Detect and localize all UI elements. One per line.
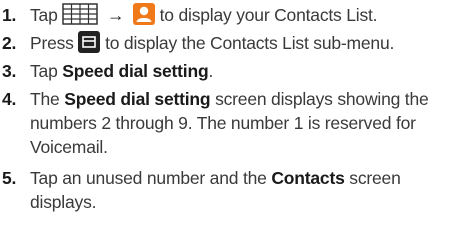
step-text: screen displays showing the (215, 89, 429, 109)
step-3: 3. Tap Speed dial setting. (0, 59, 445, 83)
step-2: 2. Press to display the Contacts List su… (0, 31, 445, 59)
contacts-icon (132, 3, 155, 31)
step-text: . (208, 61, 214, 81)
apps-grid-icon (62, 3, 99, 31)
step-bold-text: Speed dial setting (64, 89, 211, 109)
step-text-line: Voicemail. (30, 137, 108, 157)
step-number: 1. (2, 5, 17, 25)
step-text: Tap (30, 5, 58, 25)
step-text: screen (349, 168, 401, 188)
step-text: Tap (30, 61, 58, 81)
step-4: 4. The Speed dial setting screen display… (0, 87, 445, 159)
step-text: The (30, 89, 60, 109)
step-text: to display the Contacts List sub-menu. (105, 33, 395, 53)
step-number: 2. (2, 33, 17, 53)
step-text-line: numbers 2 through 9. The number 1 is res… (30, 113, 416, 133)
step-text-line: displays. (30, 192, 97, 212)
step-text: to display your Contacts List. (159, 5, 378, 25)
step-1: 1. Tap → to display your Contacts List. (0, 3, 445, 31)
step-text: Press (30, 33, 74, 53)
step-text: Tap an unused number and the (30, 168, 267, 188)
step-number: 3. (2, 61, 17, 81)
step-bold-text: Speed dial setting (62, 61, 209, 81)
step-bold-text: Contacts (271, 168, 345, 188)
menu-key-icon (78, 31, 101, 59)
step-number: 5. (2, 168, 17, 188)
step-number: 4. (2, 89, 17, 109)
step-5: 5. Tap an unused number and the Contacts… (0, 166, 445, 214)
arrow-icon: → (106, 5, 125, 25)
